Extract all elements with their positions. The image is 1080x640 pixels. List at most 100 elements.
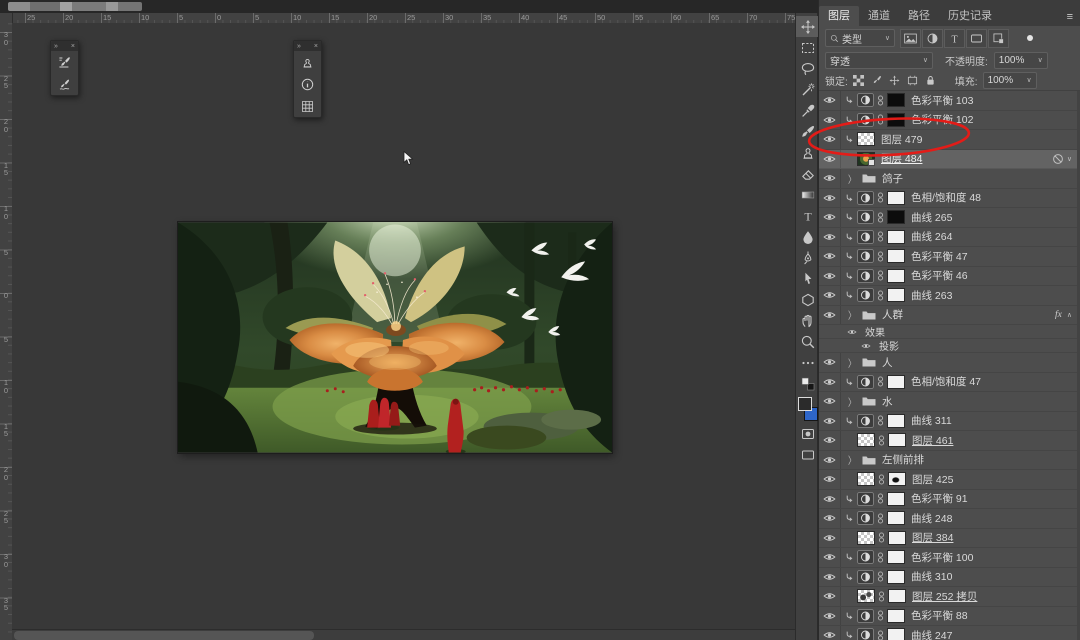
tab-通道[interactable]: 通道 [859, 6, 899, 26]
visibility-eye-icon[interactable] [819, 130, 841, 149]
visibility-eye-icon[interactable] [819, 306, 841, 325]
mask-link-icon[interactable] [877, 532, 886, 543]
visibility-eye-icon[interactable] [819, 490, 841, 509]
adjustment-layer-thumbnail[interactable] [857, 288, 874, 302]
adjustment-layer-thumbnail[interactable] [857, 230, 874, 244]
mask-link-icon[interactable] [876, 290, 885, 301]
visibility-eye-icon[interactable] [819, 111, 841, 130]
layer-row-色彩平衡 88[interactable]: 色彩平衡 88 [819, 607, 1078, 627]
chevron-down-icon[interactable]: ∨ [1067, 155, 1072, 163]
lock-all-icon[interactable] [923, 73, 938, 87]
tool-pen[interactable] [796, 247, 819, 268]
visibility-eye-icon[interactable] [859, 339, 873, 352]
tool-eyedropper[interactable] [796, 100, 819, 121]
visibility-eye-icon[interactable] [819, 267, 841, 286]
layer-mask-thumbnail[interactable] [888, 531, 906, 545]
adjustment-layer-thumbnail[interactable] [857, 191, 874, 205]
layer-row-人[interactable]: 〉人 [819, 353, 1078, 373]
filter-image-icon[interactable] [900, 29, 921, 48]
color-swatches[interactable] [796, 396, 819, 423]
adjustment-layer-thumbnail[interactable] [857, 113, 874, 127]
layer-thumbnail[interactable] [857, 152, 875, 166]
horizontal-scrollbar-thumb[interactable] [14, 631, 314, 640]
layer-row-图层 384[interactable]: 图层 384 [819, 529, 1078, 549]
lock-artboard-icon[interactable] [905, 73, 920, 87]
visibility-eye-icon[interactable] [819, 228, 841, 247]
layer-row-色彩平衡 102[interactable]: 色彩平衡 102 [819, 111, 1078, 131]
tool-presets-icon[interactable] [51, 73, 78, 95]
layer-mask-thumbnail[interactable] [888, 472, 906, 486]
adjustment-layer-thumbnail[interactable] [857, 492, 874, 506]
layer-thumbnail[interactable] [857, 531, 875, 545]
visibility-eye-icon[interactable] [819, 208, 841, 227]
group-collapse-caret[interactable]: 〉 [848, 452, 856, 467]
layer-mask-thumbnail[interactable] [887, 628, 905, 640]
layer-row-曲线 248[interactable]: 曲线 248 [819, 509, 1078, 529]
adjustment-layer-thumbnail[interactable] [857, 609, 874, 623]
layer-row-曲线 311[interactable]: 曲线 311 [819, 412, 1078, 432]
layer-mask-thumbnail[interactable] [887, 288, 905, 302]
floating-panel-brush[interactable]: » × [50, 40, 79, 96]
foreground-color-swatch[interactable] [798, 397, 812, 411]
tool-magic-wand[interactable] [796, 79, 819, 100]
canvas-image[interactable] [178, 222, 612, 453]
mask-link-icon[interactable] [876, 231, 885, 242]
panel-menu-icon[interactable]: ≡ [1067, 8, 1073, 26]
mask-link-icon[interactable] [876, 270, 885, 281]
mask-link-icon[interactable] [876, 513, 885, 524]
layer-row-人群[interactable]: 〉人群fx∧ [819, 306, 1078, 326]
layer-thumbnail[interactable] [857, 433, 875, 447]
mask-link-icon[interactable] [876, 552, 885, 563]
swatches-icon[interactable] [294, 95, 321, 117]
tool-mini-swatches[interactable] [796, 373, 819, 394]
tool-zoom[interactable] [796, 331, 819, 352]
mask-link-icon[interactable] [877, 435, 886, 446]
lock-transparency-icon[interactable] [851, 73, 866, 87]
layer-mask-thumbnail[interactable] [887, 113, 905, 127]
visibility-eye-icon[interactable] [819, 626, 841, 640]
layer-mask-thumbnail[interactable] [887, 191, 905, 205]
collapse-icon[interactable]: » [297, 42, 301, 51]
visibility-eye-icon[interactable] [819, 451, 841, 470]
mask-link-icon[interactable] [876, 610, 885, 621]
tool-blur[interactable] [796, 226, 819, 247]
mask-link-icon[interactable] [876, 251, 885, 262]
group-collapse-caret[interactable]: 〉 [848, 171, 856, 186]
layer-row-曲线 263[interactable]: 曲线 263 [819, 286, 1078, 306]
tool-edit-toolbar[interactable] [796, 352, 819, 373]
layer-thumbnail[interactable] [857, 472, 875, 486]
fx-icon[interactable]: fx [1055, 310, 1062, 320]
adjustment-layer-thumbnail[interactable] [857, 570, 874, 584]
group-collapse-caret[interactable]: 〉 [848, 355, 856, 370]
tool-marquee[interactable] [796, 37, 819, 58]
mask-link-icon[interactable] [876, 415, 885, 426]
visibility-eye-icon[interactable] [819, 470, 841, 489]
tool-type[interactable] [796, 205, 819, 226]
close-icon[interactable]: × [314, 42, 318, 51]
layer-row-色彩平衡 47[interactable]: 色彩平衡 47 [819, 247, 1078, 267]
layer-row-图层 479[interactable]: 图层 479 [819, 130, 1078, 150]
blend-mode-dropdown[interactable]: 穿透 ∨ [825, 52, 933, 69]
layer-row-图层 252 拷贝[interactable]: 图层 252 拷贝 [819, 587, 1078, 607]
brush-settings-icon[interactable] [51, 51, 78, 73]
layer-row-鸽子[interactable]: 〉鸽子 [819, 169, 1078, 189]
floating-panel-info[interactable]: » × [293, 40, 322, 118]
lock-position-icon[interactable] [887, 73, 902, 87]
visibility-eye-icon[interactable] [819, 353, 841, 372]
adjustment-layer-thumbnail[interactable] [857, 414, 874, 428]
mask-link-icon[interactable] [876, 114, 885, 125]
visibility-eye-icon[interactable] [819, 373, 841, 392]
layer-row-曲线 310[interactable]: 曲线 310 [819, 568, 1078, 588]
opacity-input[interactable]: 100% ∨ [994, 52, 1048, 69]
layer-row-曲线 264[interactable]: 曲线 264 [819, 228, 1078, 248]
layer-row-色相/饱和度 48[interactable]: 色相/饱和度 48 [819, 189, 1078, 209]
window-tabs-blurred[interactable] [8, 2, 142, 11]
layer-mask-thumbnail[interactable] [887, 375, 905, 389]
tool-brush[interactable] [796, 121, 819, 142]
adjustment-layer-thumbnail[interactable] [857, 375, 874, 389]
tool-gradient[interactable] [796, 184, 819, 205]
layer-row-水[interactable]: 〉水 [819, 392, 1078, 412]
layer-row-曲线 265[interactable]: 曲线 265 [819, 208, 1078, 228]
layer-mask-thumbnail[interactable] [887, 550, 905, 564]
layer-row-效果[interactable]: 效果 [819, 325, 1078, 339]
